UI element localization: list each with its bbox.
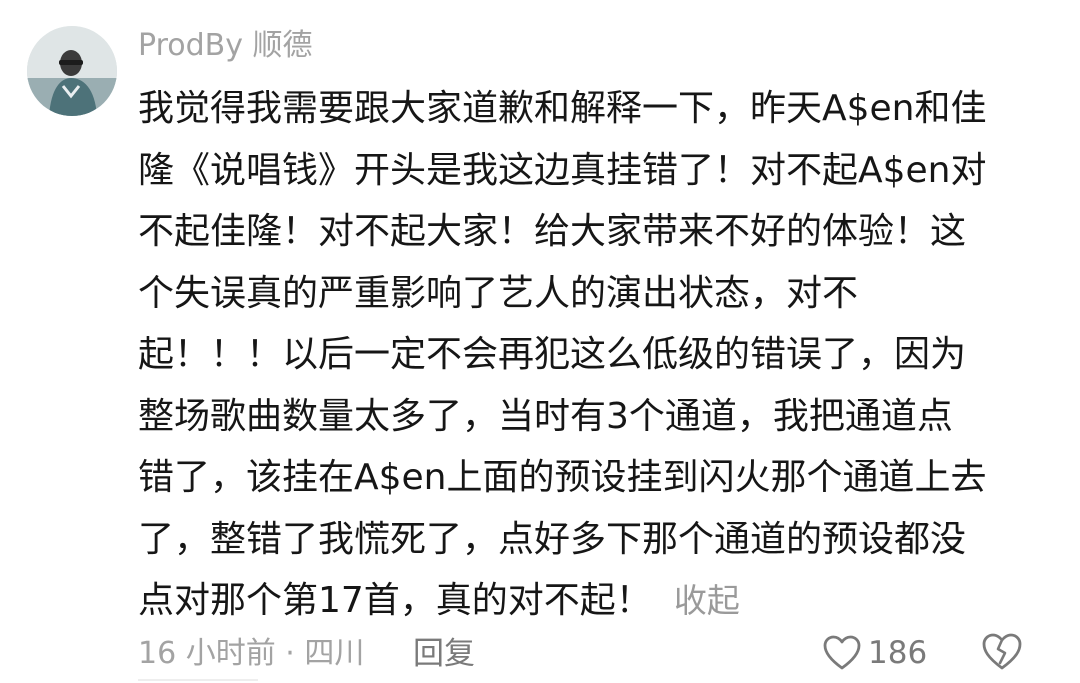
avatar[interactable] xyxy=(27,26,117,116)
comment-body: 我觉得我需要跟大家道歉和解释一下，昨天A$en和佳 隆《说唱钱》开头是我这边真挂… xyxy=(138,78,1038,632)
comment-username[interactable]: ProdBy 顺德 xyxy=(138,26,313,66)
comment-line: 起！！！以后一定不会再犯这么低级的错误了，因为 xyxy=(138,334,967,375)
comment-line: 个失误真的严重影响了艺人的演出状态，对不 xyxy=(138,272,859,314)
comment-line: 错了，该挂在A$en上面的预设挂到闪火那个通道上去 xyxy=(138,457,987,498)
comment-line: 了，整错了我慌死了，点好多下那个通道的预设都没 xyxy=(138,518,967,560)
comment-line: 不起佳隆！对不起大家！给大家带来不好的体验！这 xyxy=(138,211,967,252)
heart-outline-icon xyxy=(823,635,861,670)
comment-line: 点对那个第17首，真的对不起！ 收起 xyxy=(138,570,1038,632)
divider xyxy=(138,679,258,681)
reply-button[interactable]: 回复 xyxy=(413,632,475,676)
collapse-button[interactable]: 收起 xyxy=(674,581,740,620)
comment-meta: 16 小时前 · 四川 xyxy=(138,636,365,671)
comment-line: 我觉得我需要跟大家道歉和解释一下，昨天A$en和佳 xyxy=(138,88,987,129)
avatar-photo xyxy=(27,26,117,116)
comment-line: 整场歌曲数量太多了，当时有3个通道，我把通道点 xyxy=(138,395,953,437)
comment-line: 隆《说唱钱》开头是我这边真挂错了！对不起A$en对 xyxy=(138,149,987,191)
like-count: 186 xyxy=(868,635,928,671)
broken-heart-outline-icon xyxy=(982,633,1022,670)
dislike-button[interactable] xyxy=(980,630,1026,676)
like-button[interactable]: 186 xyxy=(822,630,927,676)
comment-last-line-text: 点对那个第17首，真的对不起！ xyxy=(138,580,652,621)
